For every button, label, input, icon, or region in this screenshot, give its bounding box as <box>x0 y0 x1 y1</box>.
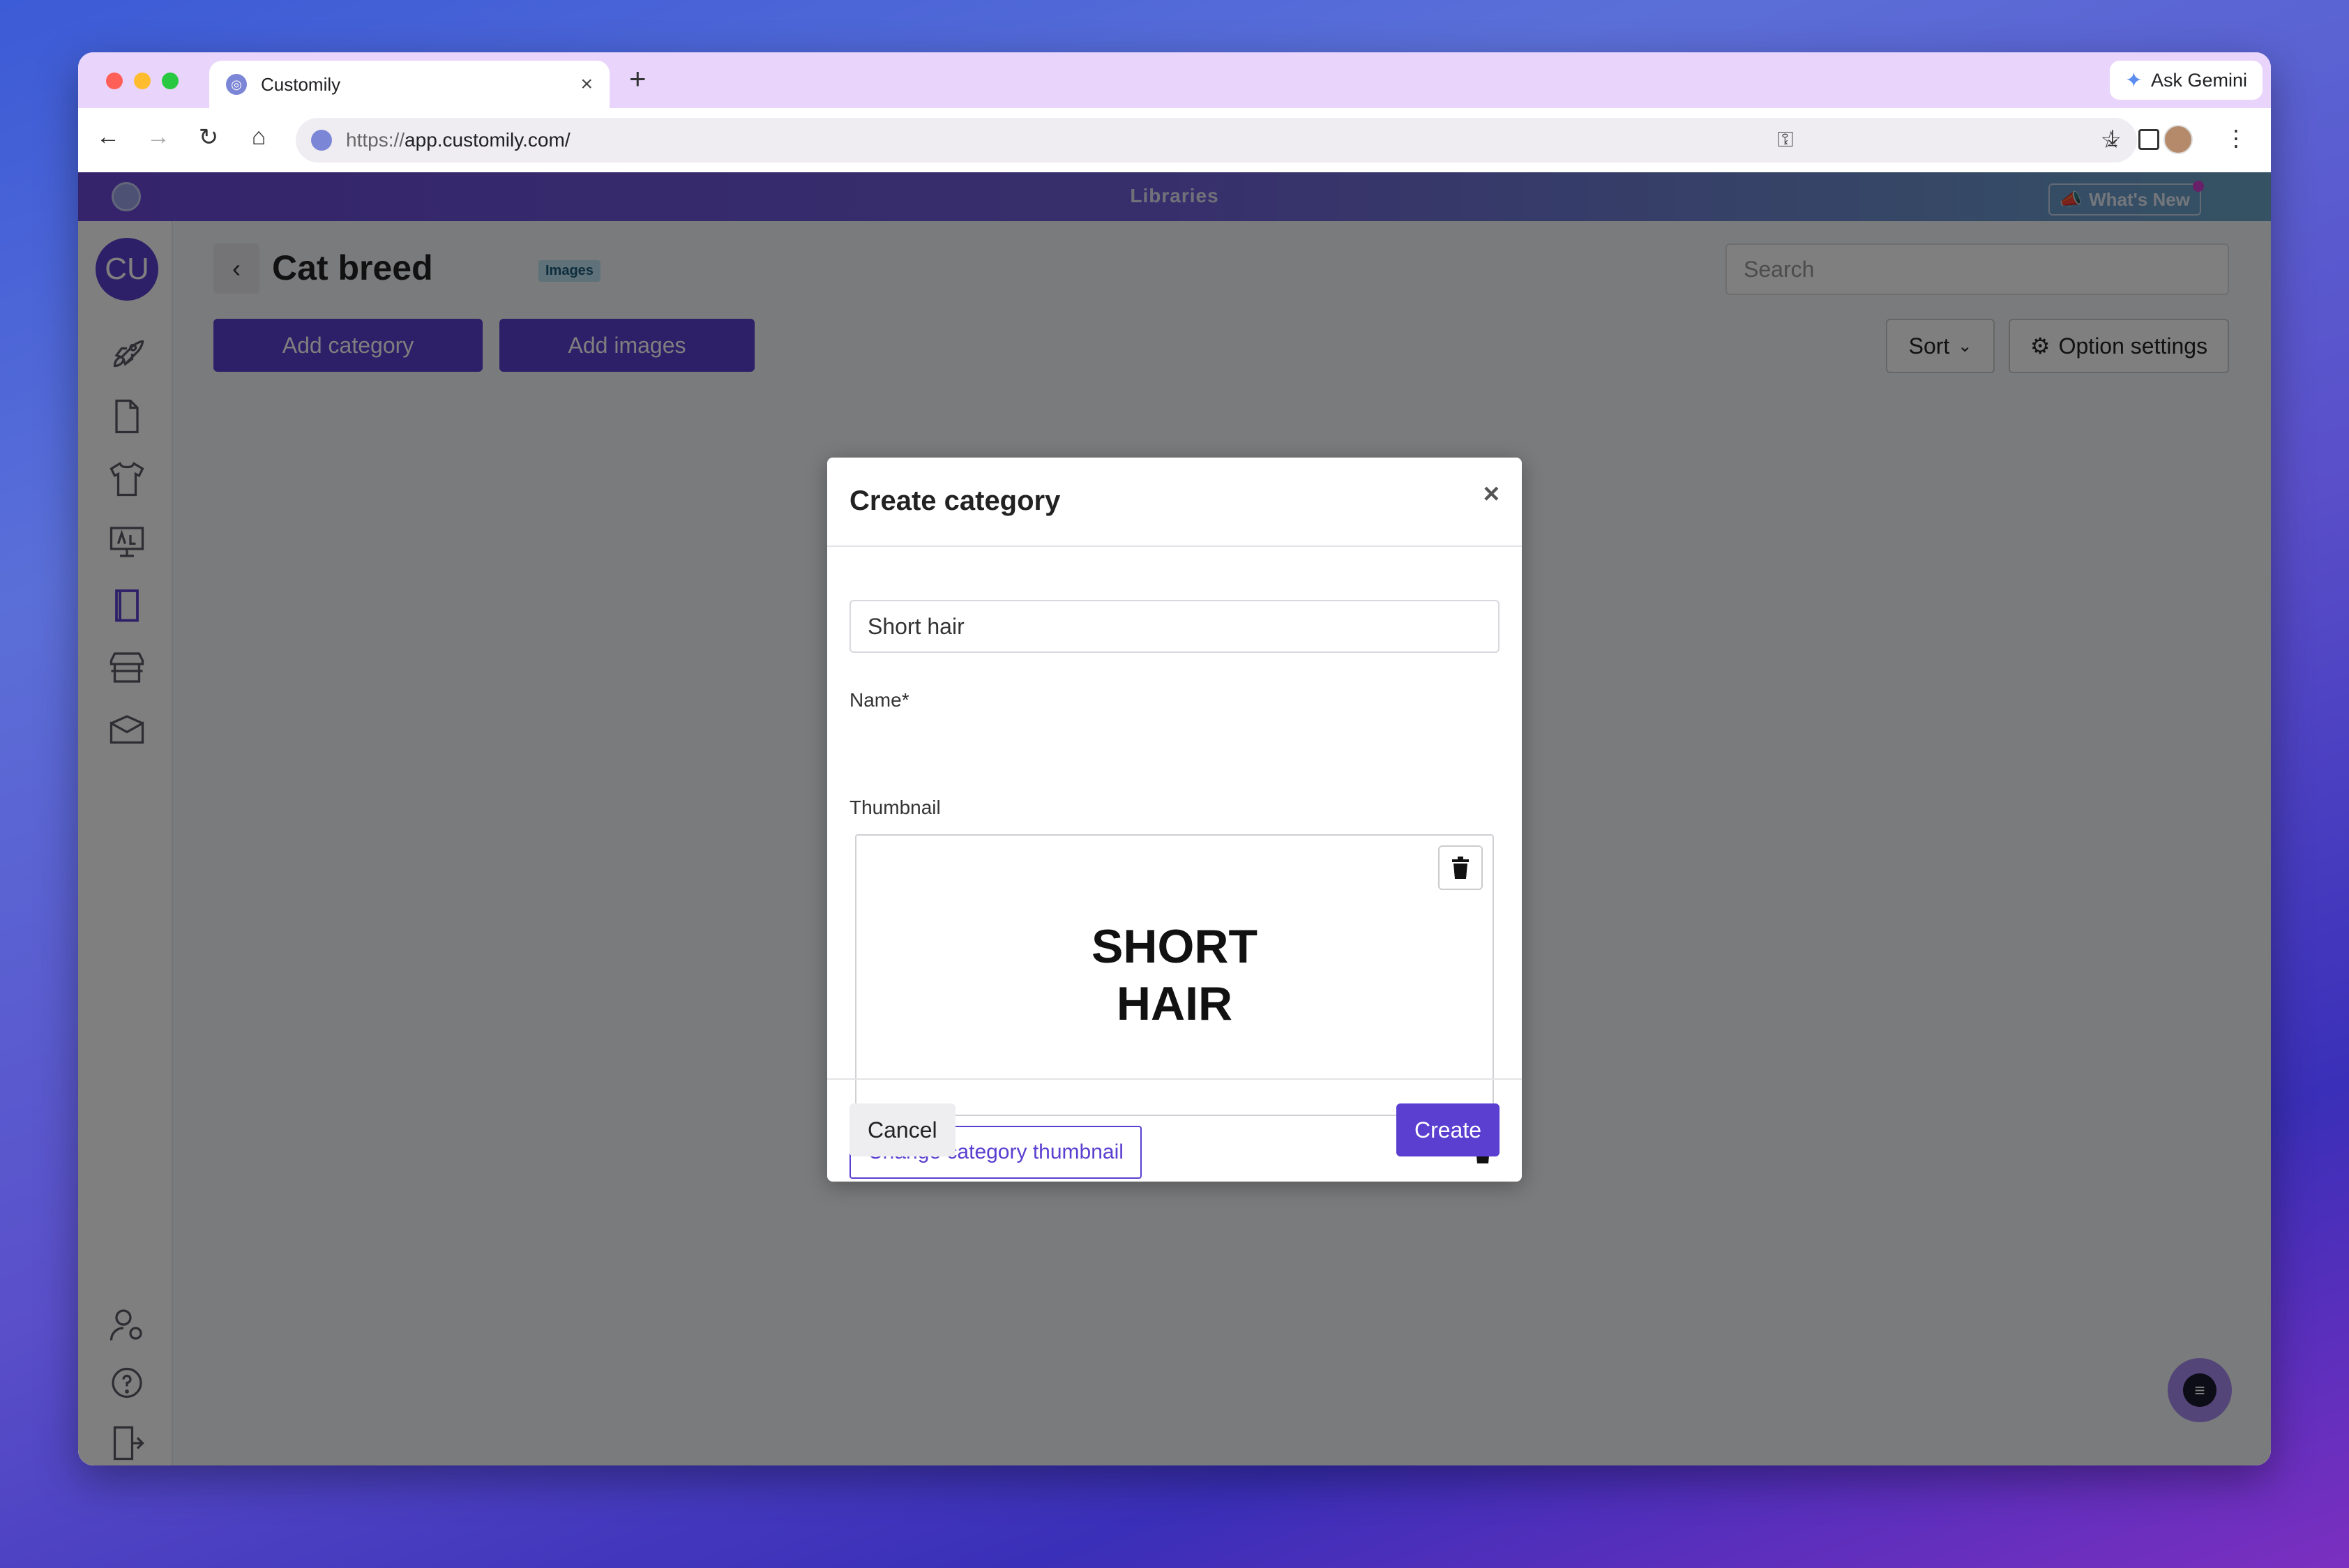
address-bar[interactable]: https://app.customily.com/ ⚿ ☆ <box>296 118 2137 163</box>
back-arrow-icon[interactable]: ← <box>91 123 126 151</box>
url-host: app.customily.com/ <box>405 129 571 151</box>
gemini-sparkle-icon: ✦ <box>2124 68 2143 92</box>
browser-toolbar: ← → ↻ ⌂ https://app.customily.com/ ⚿ ☆ ⤓… <box>78 108 2271 172</box>
trash-icon <box>1452 857 1469 879</box>
home-icon[interactable]: ⌂ <box>241 123 276 151</box>
name-label: Name* <box>849 689 909 711</box>
customily-favicon-icon: ◎ <box>226 74 247 95</box>
url-text[interactable]: https://app.customily.com/ <box>346 129 1778 151</box>
more-menu-icon[interactable]: ⋮ <box>2225 125 2247 151</box>
create-button[interactable]: Create <box>1396 1103 1500 1156</box>
thumbnail-preview: SHORT HAIR <box>855 834 1494 1116</box>
modal-header: Create category × <box>827 458 1522 547</box>
password-key-icon[interactable]: ⚿ <box>1778 128 1794 152</box>
thumbnail-label: Thumbnail <box>849 797 941 818</box>
side-panel-icon[interactable] <box>2138 129 2159 150</box>
modal-footer: Cancel Create <box>827 1078 1522 1182</box>
cancel-button[interactable]: Cancel <box>849 1103 956 1156</box>
modal-title: Create category <box>849 485 1061 516</box>
remove-thumbnail-button[interactable] <box>1438 845 1483 890</box>
thumbnail-line-1: SHORT <box>1092 920 1257 973</box>
forward-arrow-icon[interactable]: → <box>141 123 176 151</box>
profile-avatar[interactable] <box>2163 125 2193 154</box>
download-icon[interactable]: ⤓ <box>2108 125 2117 151</box>
new-tab-button[interactable]: + <box>629 62 647 96</box>
maximize-window-button[interactable] <box>162 73 179 89</box>
close-icon[interactable]: × <box>1483 478 1500 510</box>
thumbnail-image: SHORT HAIR <box>856 918 1493 1032</box>
ask-gemini-button[interactable]: ✦ Ask Gemini <box>2109 61 2263 100</box>
tab-title: Customily <box>261 73 341 95</box>
create-category-modal: Create category × Name* Thumbnail SHORT … <box>827 458 1522 1182</box>
browser-tab[interactable]: ◎ Customily × <box>209 61 610 108</box>
close-tab-icon[interactable]: × <box>580 73 593 96</box>
minimize-window-button[interactable] <box>134 73 151 89</box>
category-name-input[interactable] <box>849 600 1500 653</box>
site-info-icon[interactable] <box>311 130 332 151</box>
thumbnail-line-2: HAIR <box>1116 977 1233 1030</box>
tab-strip: ◎ Customily × + ✦ Ask Gemini <box>78 52 2271 108</box>
close-window-button[interactable] <box>106 73 123 89</box>
reload-icon[interactable]: ↻ <box>191 123 226 151</box>
ask-gemini-label: Ask Gemini <box>2150 69 2247 91</box>
url-scheme: https:// <box>346 129 405 151</box>
